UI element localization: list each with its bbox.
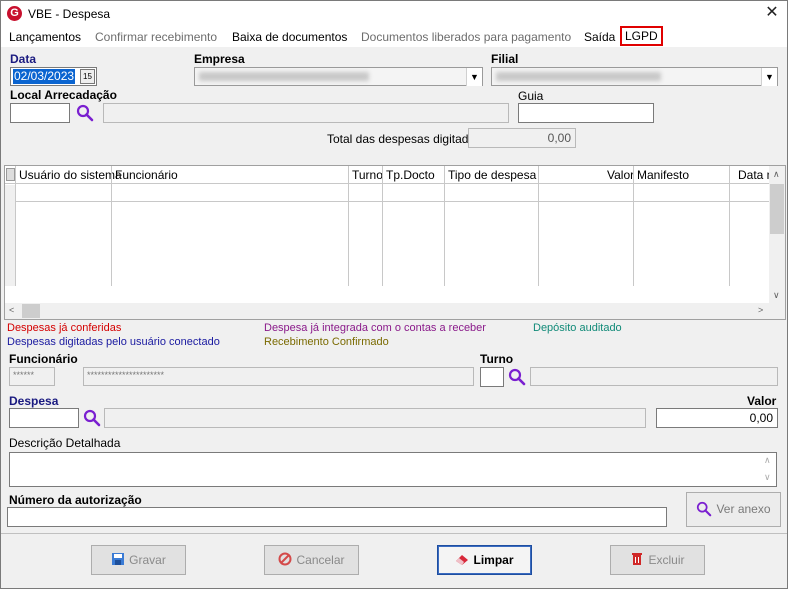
legend-conferidas: Despesas já conferidas: [7, 322, 122, 334]
guia-label: Guia: [518, 89, 544, 103]
cancelar-button[interactable]: Cancelar: [264, 545, 359, 575]
turno-description-field: [530, 367, 778, 386]
col-usuario[interactable]: Usuário do sistema: [19, 168, 122, 182]
col-turno[interactable]: Turno: [352, 168, 383, 182]
search-icon[interactable]: [76, 104, 94, 122]
gravar-label: Gravar: [129, 553, 166, 567]
col-manifesto[interactable]: Manifesto: [637, 168, 689, 182]
chevron-down-icon[interactable]: ▼: [466, 68, 482, 86]
scroll-thumb[interactable]: [770, 184, 784, 234]
menu-baixa-documentos[interactable]: Baixa de documentos: [232, 30, 347, 44]
calendar-icon[interactable]: 15: [80, 69, 95, 84]
title-bar: G VBE - Despesa ✕: [1, 1, 787, 27]
funcionario-code-field: ******: [9, 367, 55, 386]
funcionario-code-value: ******: [13, 370, 35, 380]
funcionario-name-field: **********************: [83, 367, 474, 386]
funcionario-name-value: **********************: [87, 370, 165, 380]
scroll-up-icon[interactable]: ∧: [773, 169, 780, 180]
window-title: VBE - Despesa: [28, 7, 111, 21]
excluir-label: Excluir: [648, 553, 685, 567]
descricao-label: Descrição Detalhada: [9, 436, 121, 450]
despesa-label: Despesa: [9, 394, 59, 408]
close-icon[interactable]: ✕: [763, 4, 781, 22]
col-funcionario[interactable]: Funcionário: [115, 168, 178, 182]
filial-redacted-value: [496, 72, 661, 81]
menu-saida[interactable]: Saída: [584, 30, 615, 44]
col-tp-docto[interactable]: Tp.Docto: [386, 168, 435, 182]
divider: [1, 533, 787, 534]
scroll-down-icon[interactable]: ∨: [773, 290, 780, 301]
legend-integrada: Despesa já integrada com o contas a rece…: [264, 322, 486, 334]
cancelar-label: Cancelar: [296, 553, 345, 567]
eraser-icon: [456, 555, 469, 565]
search-icon[interactable]: [508, 368, 526, 386]
scroll-left-icon[interactable]: <: [9, 305, 14, 315]
search-icon[interactable]: [83, 409, 101, 427]
guia-input[interactable]: [518, 103, 654, 123]
legend-digitadas: Despesas digitadas pelo usuário conectad…: [7, 336, 220, 348]
empresa-redacted-value: [199, 72, 369, 81]
despesas-grid[interactable]: Usuário do sistema Funcionário Turno Tp.…: [4, 165, 786, 320]
ver-anexo-button[interactable]: Ver anexo: [686, 492, 781, 527]
despesa-description-field: [104, 408, 646, 428]
legend-recebimento: Recebimento Confirmado: [264, 336, 389, 348]
turno-label: Turno: [480, 352, 514, 366]
total-label: Total das despesas digitadas: [327, 132, 482, 146]
scroll-right-icon[interactable]: >: [758, 305, 763, 315]
autorizacao-label: Número da autorização: [9, 493, 142, 507]
scroll-up-icon[interactable]: ∧: [764, 455, 771, 466]
local-arrecadacao-label: Local Arrecadação: [10, 88, 117, 102]
ver-anexo-label: Ver anexo: [716, 502, 771, 516]
app-logo-icon: G: [7, 6, 22, 21]
valor-value: 0,00: [749, 411, 773, 425]
chevron-down-icon[interactable]: ▼: [761, 68, 777, 86]
autorizacao-input[interactable]: [7, 507, 667, 527]
filial-select[interactable]: ▼: [491, 67, 778, 86]
row-selector-icon: [6, 168, 15, 181]
legend-deposito: Depósito auditado: [533, 322, 622, 334]
search-icon: [697, 501, 712, 517]
grid-vertical-scrollbar[interactable]: ∧ ∨: [769, 166, 785, 303]
total-field: 0,00: [468, 128, 576, 148]
empresa-select[interactable]: ▼: [194, 67, 483, 86]
excluir-button[interactable]: Excluir: [610, 545, 705, 575]
menu-lancamentos[interactable]: Lançamentos: [9, 30, 81, 44]
window: G VBE - Despesa ✕ Lançamentos Confirmar …: [0, 0, 788, 589]
grid-horizontal-scrollbar[interactable]: < >: [5, 303, 785, 319]
data-label: Data: [10, 52, 37, 66]
gravar-button[interactable]: Gravar: [91, 545, 186, 575]
despesa-code-input[interactable]: [9, 408, 79, 428]
local-description-field: [103, 103, 509, 123]
grid-header: Usuário do sistema Funcionário Turno Tp.…: [5, 166, 777, 184]
turno-input[interactable]: [480, 367, 504, 387]
funcionario-label: Funcionário: [9, 352, 78, 366]
descricao-textarea[interactable]: ∧ ∨: [9, 452, 777, 487]
limpar-button[interactable]: Limpar: [437, 545, 532, 575]
menu-lgpd[interactable]: LGPD: [620, 26, 663, 46]
valor-input[interactable]: 0,00: [656, 408, 778, 428]
limpar-label: Limpar: [473, 553, 514, 567]
menu-confirmar-recebimento[interactable]: Confirmar recebimento: [95, 30, 217, 44]
date-input[interactable]: 02/03/2023 15: [10, 67, 97, 86]
trash-icon: [632, 553, 643, 565]
scroll-thumb[interactable]: [22, 304, 40, 318]
valor-label: Valor: [747, 394, 777, 408]
date-value: 02/03/2023: [13, 69, 76, 84]
filial-label: Filial: [491, 52, 519, 66]
cancel-icon: [278, 552, 292, 566]
col-tipo-despesa[interactable]: Tipo de despesa: [448, 168, 536, 182]
menu-documentos-liberados[interactable]: Documentos liberados para pagamento: [361, 30, 571, 44]
empresa-label: Empresa: [194, 52, 245, 66]
local-code-input[interactable]: [10, 103, 70, 123]
total-value: 0,00: [547, 131, 571, 145]
scroll-down-icon[interactable]: ∨: [764, 472, 771, 483]
col-valor[interactable]: Valor: [607, 168, 634, 182]
save-icon: [112, 553, 125, 565]
